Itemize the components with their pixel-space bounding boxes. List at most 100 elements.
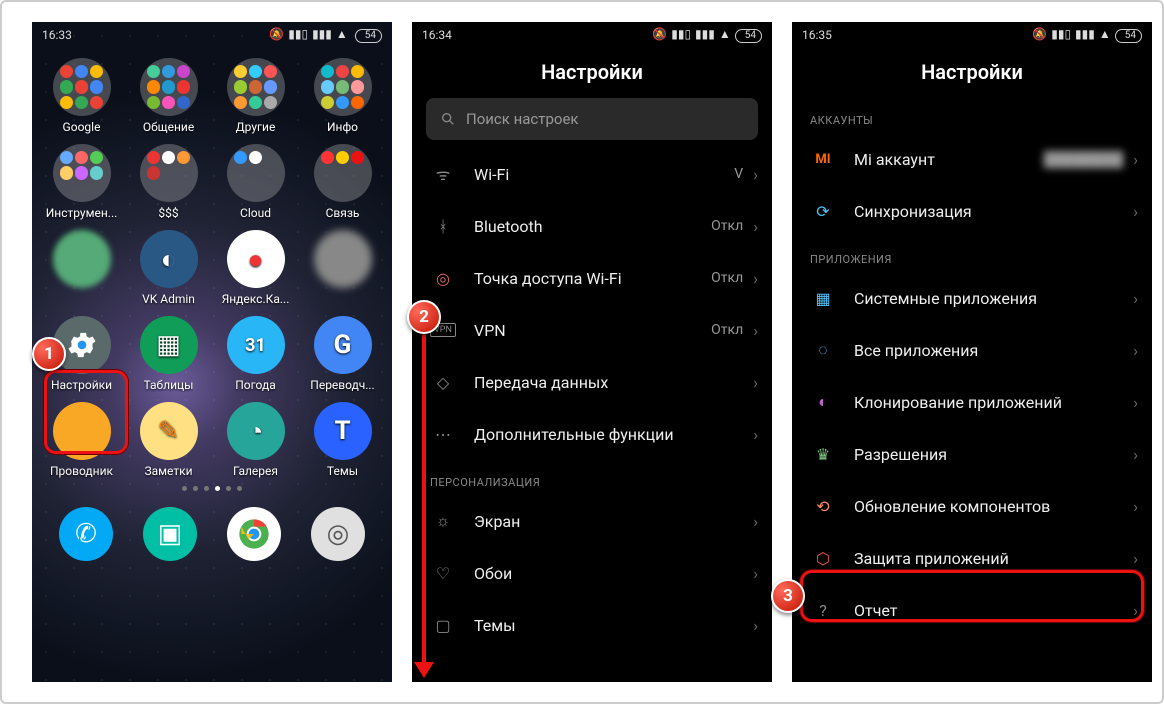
folder-label: $$$	[158, 206, 178, 220]
folder-label: Инфо	[327, 120, 358, 134]
item-label: Системные приложения	[854, 289, 1037, 308]
item-vpn[interactable]: VPNVPNОткл›	[412, 304, 772, 356]
status-bar: 16:33 🔕▮▮▯▮▮▮▲ 54	[32, 22, 392, 48]
clock: 16:33	[42, 28, 72, 42]
data-icon: ◇	[430, 373, 456, 392]
item-updates[interactable]: ⟲Обновление компонентов›	[792, 480, 1152, 532]
item-value: Откл	[711, 270, 743, 286]
annotation-badge-2: 2	[407, 300, 441, 334]
folder-cloud[interactable]: Cloud	[214, 144, 297, 220]
dock: ✆ ▣ ◎	[32, 499, 392, 575]
item-value: Откл	[711, 322, 743, 338]
dock-chrome[interactable]	[227, 507, 281, 561]
dock-messages[interactable]: ▣	[143, 507, 197, 561]
annotation-arrow-2	[422, 334, 426, 664]
clock: 16:34	[422, 28, 452, 42]
folder-comm[interactable]: Общение	[127, 58, 210, 134]
item-display[interactable]: ☼Экран›	[412, 495, 772, 547]
folder-money[interactable]: $$$	[127, 144, 210, 220]
app-label: Галерея	[233, 464, 278, 478]
item-value: ████████	[1044, 151, 1123, 168]
item-value: V	[734, 166, 743, 182]
search-input[interactable]: Поиск настроек	[426, 98, 758, 140]
item-label: Дополнительные функции	[474, 425, 674, 444]
page-title: Настройки	[412, 48, 772, 98]
app-label: Переводч...	[310, 378, 374, 392]
item-label: Bluetooth	[474, 217, 543, 236]
chevron-right-icon: ›	[753, 425, 758, 444]
dock-phone[interactable]: ✆	[59, 507, 113, 561]
item-report[interactable]: ?Отчет›	[792, 584, 1152, 636]
chevron-right-icon: ›	[1133, 341, 1138, 360]
item-system-apps[interactable]: ▦ Системные приложения ›	[792, 272, 1152, 324]
item-themes[interactable]: ▢Темы›	[412, 599, 772, 651]
app-blurred-2[interactable]	[301, 230, 384, 306]
chevron-right-icon: ›	[1133, 289, 1138, 308]
folder-tools[interactable]: Инструмен...	[40, 144, 123, 220]
app-vk-admin[interactable]: ◐VK Admin	[127, 230, 210, 306]
settings-screen-1: 16:34 🔕▮▮▯▮▮▮▲54 Настройки Поиск настрое…	[412, 22, 772, 682]
item-bluetooth[interactable]: ᚼBluetoothОткл›	[412, 200, 772, 252]
item-sync[interactable]: ⟳Синхронизация›	[792, 185, 1152, 237]
status-icons: 🔕▮▮▯▮▮▮▲ 54	[265, 27, 382, 43]
item-wifi[interactable]: ᯤWi-FiV›	[412, 148, 772, 200]
folder-google[interactable]: Google	[40, 58, 123, 134]
item-label: Клонирование приложений	[854, 393, 1062, 412]
item-wallpaper[interactable]: ♡Обои›	[412, 547, 772, 599]
mi-icon: MI	[810, 152, 836, 167]
folder-info[interactable]: Инфо	[301, 58, 384, 134]
item-label: VPN	[474, 321, 506, 340]
item-app-lock[interactable]: ⬡Защита приложений›	[792, 532, 1152, 584]
item-data[interactable]: ◇Передача данных›	[412, 356, 772, 408]
section-header: АККАУНТЫ	[792, 98, 1152, 133]
chevron-right-icon: ›	[753, 373, 758, 392]
chevron-right-icon: ›	[753, 564, 758, 583]
folder-label: Связь	[326, 206, 360, 220]
apps-grid-icon: ▦	[810, 289, 836, 308]
annotation-badge-3: 3	[771, 579, 805, 613]
app-gallery[interactable]: ◔Галерея	[214, 402, 297, 478]
app-sheets[interactable]: ▦Таблицы	[127, 316, 210, 392]
item-label: Точка доступа Wi-Fi	[474, 269, 622, 288]
folder-label: Cloud	[240, 206, 271, 220]
item-dual-apps[interactable]: ◐Клонирование приложений›	[792, 376, 1152, 428]
chevron-right-icon: ›	[1133, 202, 1138, 221]
status-bar: 16:34 🔕▮▮▯▮▮▮▲54	[412, 22, 772, 48]
chevron-right-icon: ›	[1133, 497, 1138, 516]
dock-camera[interactable]: ◎	[311, 507, 365, 561]
chevron-right-icon: ›	[753, 165, 758, 184]
app-notes[interactable]: ✎Заметки	[127, 402, 210, 478]
app-yandex[interactable]: ●Яндекс.Ка...	[214, 230, 297, 306]
themes-icon: ▢	[430, 616, 456, 635]
search-placeholder: Поиск настроек	[466, 110, 579, 128]
item-all-apps[interactable]: ◌Все приложения›	[792, 324, 1152, 376]
item-hotspot[interactable]: ◎Точка доступа Wi-FiОткл›	[412, 252, 772, 304]
search-icon	[440, 111, 456, 127]
item-label: Обновление компонентов	[854, 497, 1050, 516]
chevron-right-icon: ›	[753, 616, 758, 635]
item-more[interactable]: ⋯Дополнительные функции›	[412, 408, 772, 460]
app-label: Проводник	[50, 464, 113, 478]
bluetooth-icon: ᚼ	[430, 217, 456, 236]
app-blurred-1[interactable]	[40, 230, 123, 306]
app-explorer[interactable]: Проводник	[40, 402, 123, 478]
app-weather[interactable]: 31Погода	[214, 316, 297, 392]
app-themes[interactable]: TТемы	[301, 402, 384, 478]
wifi-icon: ▲	[336, 27, 348, 41]
display-icon: ☼	[430, 511, 456, 531]
folder-label: Google	[63, 120, 101, 134]
item-label: Wi-Fi	[474, 165, 509, 184]
section-header: ПРИЛОЖЕНИЯ	[792, 237, 1152, 272]
item-mi-account[interactable]: MIMi аккаунт████████›	[792, 133, 1152, 185]
chevron-right-icon: ›	[1133, 445, 1138, 464]
folder-connect[interactable]: Связь	[301, 144, 384, 220]
item-label: Отчет	[854, 601, 898, 620]
folder-label: Общение	[143, 120, 194, 134]
app-translate[interactable]: GПереводч...	[301, 316, 384, 392]
item-label: Синхронизация	[854, 202, 972, 221]
folder-label: Другие	[236, 120, 276, 134]
item-label: Mi аккаунт	[854, 150, 935, 169]
app-label: Таблицы	[144, 378, 194, 392]
folder-other[interactable]: Другие	[214, 58, 297, 134]
item-permissions[interactable]: ♛Разрешения›	[792, 428, 1152, 480]
